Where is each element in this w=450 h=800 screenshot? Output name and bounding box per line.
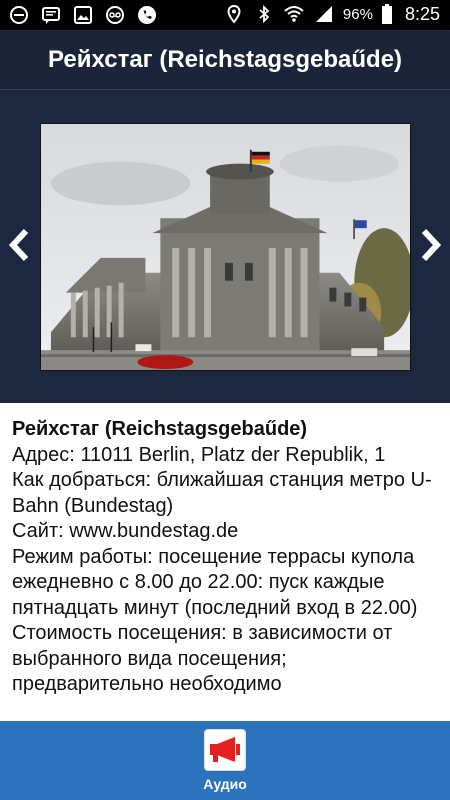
message-icon [40, 4, 62, 26]
audio-button[interactable]: Аудио [198, 729, 252, 795]
bottom-toolbar: Аудио [0, 721, 450, 800]
chevron-left-icon [6, 228, 32, 267]
status-bar: 96% 8:25 [0, 0, 450, 30]
app-header: Рейхстаг (Reichstagsgebaűde) [0, 30, 450, 90]
next-photo-button[interactable] [416, 227, 446, 267]
photo-gallery [0, 91, 450, 402]
chevron-right-icon [418, 228, 444, 267]
page-title: Рейхстаг (Reichstagsgebaűde) [47, 45, 403, 73]
signal-icon [313, 3, 335, 25]
info-price: Стоимость посещения: в зависимости от вы… [12, 622, 393, 695]
previous-photo-button[interactable] [4, 227, 34, 267]
info-address: Адрес: 11011 Berlin, Platz der Republik,… [12, 443, 386, 466]
megaphone-icon [204, 729, 246, 771]
info-directions: Как добраться: ближайшая станция метро U… [12, 469, 432, 517]
clock: 8:25 [404, 3, 440, 24]
info-title: Рейхстаг (Reichstagsgebaűde) [12, 418, 308, 440]
phone-icon [136, 4, 158, 26]
image-icon [72, 4, 94, 26]
bluetooth-icon [253, 3, 275, 25]
info-website: Сайт: www.bundestag.de [12, 520, 239, 542]
reichstag-photo[interactable] [40, 123, 411, 371]
voicemail-icon [104, 4, 126, 26]
audio-label: Аудио [203, 776, 247, 792]
info-opening-hours: Режим работы: посещение террасы купола е… [12, 545, 418, 619]
location-icon [223, 3, 245, 25]
minus-circle-icon [8, 4, 30, 26]
battery-percent: 96% [342, 5, 373, 23]
battery-icon [381, 3, 393, 25]
wifi-icon [283, 3, 305, 25]
attraction-info: Рейхстаг (Reichstagsgebaűde) Адрес: 1101… [0, 403, 450, 721]
